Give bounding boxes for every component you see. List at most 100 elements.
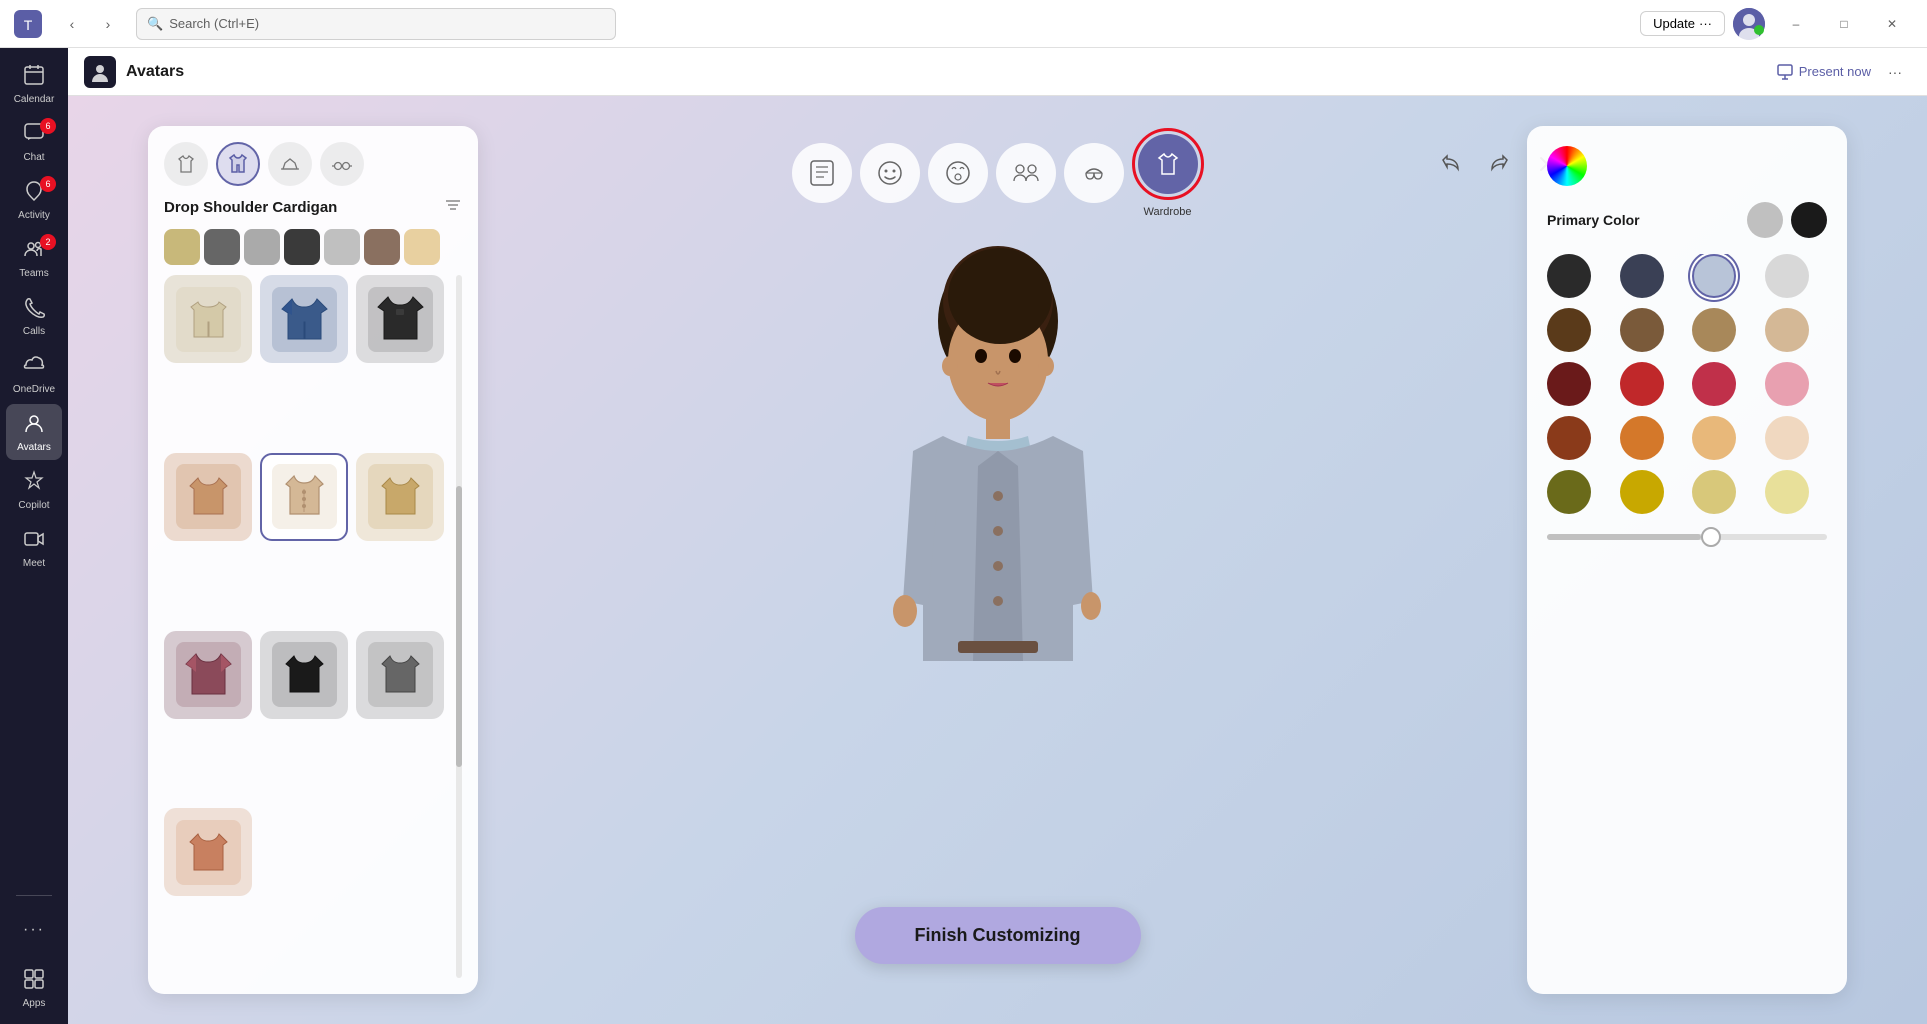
strip-item[interactable] [284,229,320,265]
clothing-item-10[interactable] [164,808,252,896]
clothing-item-4[interactable] [164,453,252,541]
swatch-bright-red[interactable] [1620,362,1664,406]
color-swatches-container [1547,254,1827,974]
swatch-light-yellow[interactable] [1692,470,1736,514]
sidebar-item-onedrive[interactable]: OneDrive [6,346,62,402]
swatch-light-peach[interactable] [1765,416,1809,460]
slider-fill [1547,534,1701,540]
swatch-medium-gray[interactable] [1620,254,1664,298]
search-icon: 🔍 [147,16,163,32]
sidebar-item-copilot[interactable]: Copilot [6,462,62,518]
search-bar[interactable]: 🔍 Search (Ctrl+E) [136,8,616,40]
swatch-beige[interactable] [1765,308,1809,352]
toolbar-wardrobe-wrapper: Wardrobe [1132,128,1204,218]
sidebar: Calendar 6 Chat 6 Activity [0,48,68,1024]
toolbar-reactions-wrapper [928,143,988,203]
undo-button[interactable] [1431,144,1471,184]
sidebar-item-avatars[interactable]: Avatars [6,404,62,460]
strip-item[interactable] [204,229,240,265]
sidebar-item-teams[interactable]: 2 Teams [6,230,62,286]
clothing-item-1[interactable] [164,275,252,363]
color-preset-light[interactable] [1747,202,1783,238]
swatch-light-blue-gray[interactable] [1692,254,1736,298]
strip-item[interactable] [324,229,360,265]
swatch-light-gray[interactable] [1765,254,1809,298]
swatch-pale-yellow[interactable] [1765,470,1809,514]
close-button[interactable]: ✕ [1869,8,1915,40]
slider-thumb[interactable] [1701,527,1721,547]
finish-customizing-button[interactable]: Finish Customizing [855,907,1141,964]
panel-title: Drop Shoulder Cardigan [164,199,337,216]
color-grid [1547,254,1827,514]
sidebar-item-calls[interactable]: Calls [6,288,62,344]
sidebar-item-apps[interactable]: Apps [6,960,62,1016]
color-wheel-icon[interactable] [1547,146,1587,186]
scrollbar-thumb [456,486,462,767]
primary-color-label: Primary Color [1547,212,1640,228]
sidebar-item-label: Meet [23,558,45,569]
swatch-medium-brown[interactable] [1620,308,1664,352]
filter-button[interactable] [444,196,462,219]
more-options-button[interactable]: ··· [1879,56,1911,88]
swatch-dark-orange[interactable] [1547,416,1591,460]
toolbar-groups-button[interactable] [996,143,1056,203]
strip-item[interactable] [404,229,440,265]
update-button[interactable]: Update ··· [1640,11,1725,36]
forward-button[interactable]: › [92,8,124,40]
toolbar-face-button[interactable] [860,143,920,203]
swatch-dark-red[interactable] [1547,362,1591,406]
sidebar-item-chat[interactable]: 6 Chat [6,114,62,170]
avatar-display [798,216,1198,816]
tab-glasses[interactable] [320,142,364,186]
toolbar-accessories-button[interactable] [1064,143,1124,203]
tab-jackets[interactable] [216,142,260,186]
swatch-pink[interactable] [1765,362,1809,406]
swatch-orange[interactable] [1620,416,1664,460]
back-button[interactable]: ‹ [56,8,88,40]
clothing-item-8[interactable] [260,631,348,719]
swatch-dark-brown[interactable] [1547,308,1591,352]
swatch-dark-gray[interactable] [1547,254,1591,298]
toolbar-pose-button[interactable] [792,143,852,203]
swatch-tan[interactable] [1692,308,1736,352]
teams-badge: 2 [40,234,56,250]
tab-hats[interactable] [268,142,312,186]
sidebar-item-meet[interactable]: Meet [6,520,62,576]
swatch-medium-red[interactable] [1692,362,1736,406]
left-panel-scrollbar[interactable] [456,275,462,978]
tab-tops[interactable] [164,142,208,186]
strip-item[interactable] [164,229,200,265]
strip-item[interactable] [364,229,400,265]
maximize-button[interactable]: □ [1821,8,1867,40]
clothing-item-3[interactable] [356,275,444,363]
strip-item[interactable] [244,229,280,265]
swatch-olive[interactable] [1547,470,1591,514]
update-dots: ··· [1699,16,1712,31]
scroll-strip[interactable] [164,229,462,265]
apps-icon [23,968,45,996]
sidebar-item-activity[interactable]: 6 Activity [6,172,62,228]
search-placeholder: Search (Ctrl+E) [169,16,259,31]
clothing-item-2[interactable] [260,275,348,363]
sidebar-item-more[interactable]: ··· [6,902,62,958]
color-preset-dark[interactable] [1791,202,1827,238]
sidebar-item-calendar[interactable]: Calendar [6,56,62,112]
clothing-item-9[interactable] [356,631,444,719]
toolbar-reactions-button[interactable] [928,143,988,203]
toolbar-wardrobe-button[interactable] [1138,134,1198,194]
swatch-yellow[interactable] [1620,470,1664,514]
clothing-item-7[interactable] [164,631,252,719]
user-avatar[interactable] [1733,8,1765,40]
panel-title-row: Drop Shoulder Cardigan [164,196,462,219]
clothing-item-5[interactable] [260,453,348,541]
minimize-button[interactable]: – [1773,8,1819,40]
clothing-item-6[interactable] [356,453,444,541]
toolbar-pose-wrapper [792,143,852,203]
right-panel-header [1547,146,1827,186]
swatch-peach[interactable] [1692,416,1736,460]
app-header-title: Avatars [126,63,184,81]
redo-button[interactable] [1479,144,1519,184]
present-now-button[interactable]: Present now [1777,64,1871,80]
slider-track[interactable] [1547,534,1827,540]
app-header-icon [84,56,116,88]
